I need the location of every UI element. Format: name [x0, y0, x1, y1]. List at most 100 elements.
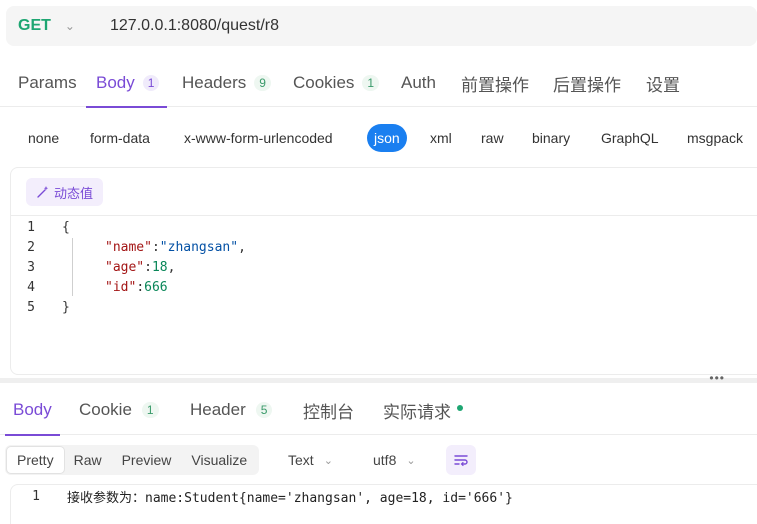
tab-label: Cookies	[293, 73, 355, 92]
code-line: 1 {	[0, 217, 757, 237]
code-line: 3 "age":18,	[0, 257, 757, 277]
tab-label: 控制台	[303, 402, 354, 422]
body-type-raw[interactable]: raw	[481, 124, 504, 152]
tab-headers[interactable]: Headers 9	[182, 60, 271, 107]
json-value: "zhangsan"	[159, 239, 239, 255]
tab-label: 实际请求	[383, 402, 451, 422]
tab-label: 后置操作	[553, 75, 621, 95]
tab-post-actions[interactable]: 后置操作	[553, 60, 621, 107]
body-type-urlencoded[interactable]: x-www-form-urlencoded	[184, 124, 333, 152]
tab-params[interactable]: Params	[18, 60, 77, 107]
line-number: 1	[27, 219, 35, 235]
tab-count-badge: 1	[362, 75, 380, 91]
format-select-value: Text	[288, 452, 314, 468]
body-type-graphql[interactable]: GraphQL	[601, 124, 659, 152]
status-dot-icon	[457, 405, 463, 411]
body-type-msgpack[interactable]: msgpack	[687, 124, 743, 152]
tab-pre-actions[interactable]: 前置操作	[461, 60, 529, 107]
tab-label: Header	[190, 400, 246, 419]
json-comma: ,	[238, 239, 246, 255]
response-tab-console[interactable]: 控制台	[303, 386, 354, 435]
url-input[interactable]: 127.0.0.1:8080/quest/r8	[110, 17, 279, 35]
chevron-down-icon: ⌄	[64, 19, 75, 33]
tab-count-badge: 9	[254, 75, 271, 91]
code-area[interactable]: 1 { 2 "name":"zhangsan", 3 "age":18, 4 "…	[0, 217, 757, 317]
request-tabs: Params Body 1 Headers 9 Cookies 1 Auth 前…	[0, 60, 757, 108]
response-text: 接收参数为：name:Student{name='zhangsan', age=…	[67, 490, 513, 506]
json-key: "name"	[105, 239, 152, 255]
line-number: 4	[27, 279, 35, 295]
method-label: GET	[18, 17, 51, 34]
response-tab-actual-request[interactable]: 实际请求	[383, 386, 463, 435]
code-line: 4 "id":666	[0, 277, 757, 297]
code-line: 5 }	[0, 297, 757, 317]
tab-label: Params	[18, 73, 77, 92]
dynamic-value-button[interactable]: 动态值	[26, 178, 104, 206]
json-value: 666	[144, 279, 168, 295]
code-text: "name":"zhangsan",	[105, 240, 246, 255]
response-tab-body[interactable]: Body	[5, 386, 60, 436]
tab-label: Auth	[401, 73, 436, 92]
tab-count-badge: 1	[141, 402, 159, 418]
code-text: "id":666	[105, 280, 168, 295]
line-number: 5	[27, 299, 35, 315]
dynamic-value-label: 动态值	[54, 185, 94, 201]
encoding-select[interactable]: utf8 ⌄	[373, 445, 416, 475]
more-dots-icon[interactable]: •••	[709, 372, 725, 384]
tab-count-badge: 1	[142, 75, 160, 91]
json-colon: :	[144, 259, 152, 275]
view-mode-pretty[interactable]: Pretty	[7, 447, 64, 473]
body-type-binary[interactable]: binary	[532, 124, 570, 152]
method-select[interactable]: GET ⌄	[6, 17, 98, 35]
json-value: 18	[151, 259, 168, 275]
pane-splitter[interactable]	[0, 378, 757, 383]
view-mode-raw[interactable]: Raw	[64, 447, 112, 473]
tab-count-badge: 5	[255, 402, 273, 418]
view-mode-preview[interactable]: Preview	[112, 447, 182, 473]
tab-label: 设置	[646, 75, 680, 95]
body-type-xml[interactable]: xml	[430, 124, 452, 152]
tab-label: Body	[13, 400, 52, 419]
chevron-down-icon: ⌄	[323, 454, 333, 467]
json-colon: :	[151, 239, 160, 255]
body-type-json[interactable]: json	[367, 124, 407, 152]
body-type-none[interactable]: none	[28, 124, 59, 152]
code-text: "age":18,	[105, 260, 175, 275]
line-number: 3	[27, 259, 35, 275]
magic-wand-icon	[37, 186, 49, 198]
tab-label: Headers	[182, 73, 247, 92]
line-number: 1	[32, 488, 40, 504]
tab-cookies[interactable]: Cookies 1	[293, 60, 380, 107]
json-key: "id"	[105, 279, 137, 295]
response-tab-header[interactable]: Header 5	[190, 386, 273, 435]
code-text: {	[62, 219, 70, 235]
response-tabs: Body Cookie 1 Header 5 控制台 实际请求	[0, 386, 757, 436]
line-number: 2	[27, 239, 35, 255]
response-code-line[interactable]: 1 接收参数为：name:Student{name='zhangsan', ag…	[0, 486, 757, 506]
body-type-form-data[interactable]: form-data	[90, 124, 150, 152]
body-type-selector: none form-data x-www-form-urlencoded jso…	[0, 124, 757, 152]
code-text: }	[62, 299, 70, 315]
indent-guide	[72, 238, 73, 296]
tab-label: Cookie	[79, 400, 132, 419]
url-bar: GET ⌄ 127.0.0.1:8080/quest/r8	[6, 6, 757, 46]
format-select[interactable]: Text ⌄	[288, 445, 333, 475]
view-mode-segmented: Pretty Raw Preview Visualize	[5, 445, 260, 475]
wrap-lines-icon	[454, 455, 468, 467]
code-line: 2 "name":"zhangsan",	[0, 237, 757, 257]
response-tab-cookie[interactable]: Cookie 1	[79, 386, 159, 435]
tab-body[interactable]: Body 1	[85, 60, 168, 108]
chevron-down-icon: ⌄	[406, 454, 416, 467]
json-comma: ,	[167, 259, 176, 275]
json-colon: :	[136, 279, 145, 295]
response-toolbar: Pretty Raw Preview Visualize Text ⌄ utf8…	[5, 445, 476, 475]
tab-label: Body	[96, 73, 135, 92]
encoding-select-value: utf8	[373, 452, 397, 468]
wrap-lines-button[interactable]	[446, 445, 476, 475]
tab-auth[interactable]: Auth	[401, 60, 436, 107]
tab-label: 前置操作	[461, 75, 529, 95]
divider	[11, 215, 757, 216]
view-mode-visualize[interactable]: Visualize	[181, 447, 257, 473]
tab-settings[interactable]: 设置	[646, 60, 680, 107]
json-key: "age"	[105, 259, 145, 275]
